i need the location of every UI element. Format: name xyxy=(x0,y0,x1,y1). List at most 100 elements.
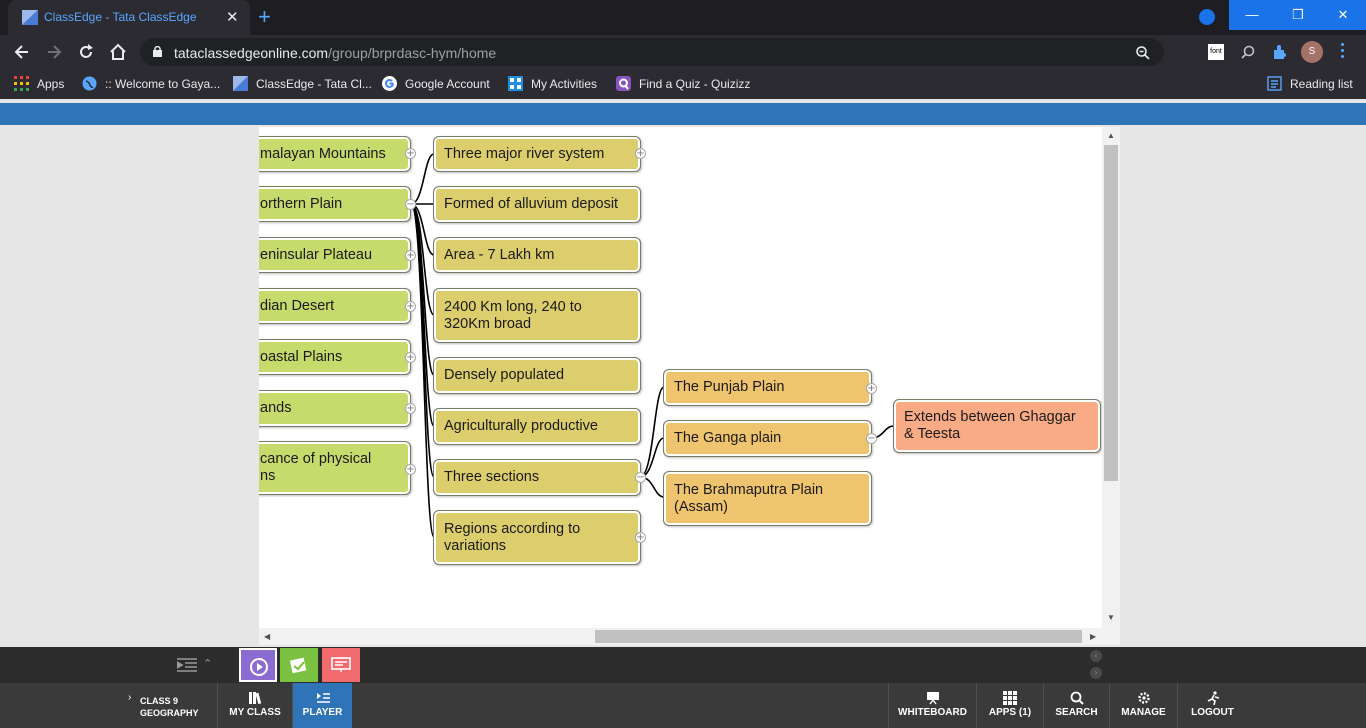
vertical-scrollbar[interactable]: ▲ ▼ xyxy=(1102,127,1120,628)
scroll-up-arrow-icon[interactable]: ▲ xyxy=(1107,131,1115,140)
manage-button[interactable]: MANAGE xyxy=(1109,683,1177,728)
classedge-icon xyxy=(233,76,248,91)
mindmap-node-formed-of-alluvium[interactable]: Formed of alluvium deposit xyxy=(433,186,641,223)
mindmap-node-densely-populated[interactable]: Densely populated xyxy=(433,357,641,394)
mindmap-node-three-sections[interactable]: Three sections xyxy=(433,459,641,496)
apps-grid-icon xyxy=(14,76,29,91)
node-label: Regions according to variations xyxy=(444,520,581,554)
horizontal-scroll-thumb[interactable] xyxy=(595,630,1082,643)
bookmark-label: Google Account xyxy=(405,77,490,91)
node-label: dian Desert xyxy=(260,297,335,314)
expand-toggle-icon[interactable]: + xyxy=(405,464,416,475)
tab-close-icon[interactable]: ✕ xyxy=(226,8,239,26)
expand-toggle-icon[interactable]: + xyxy=(635,532,646,543)
notes-dock-button[interactable] xyxy=(280,648,318,682)
apps-button[interactable]: APPS (1) xyxy=(976,683,1043,728)
logout-label: LOGOUT xyxy=(1191,707,1234,718)
player-nav-button[interactable]: PLAYER xyxy=(292,683,352,728)
mindmap-node-northern-plain[interactable]: orthern Plain xyxy=(259,186,411,222)
logout-button[interactable]: LOGOUT xyxy=(1177,683,1247,728)
node-label: Agriculturally productive xyxy=(444,418,598,434)
scroll-left-arrow-icon[interactable]: ◀ xyxy=(264,632,270,641)
mindmap-node-agriculturally-productive[interactable]: Agriculturally productive xyxy=(433,408,641,445)
restore-button[interactable]: ❐ xyxy=(1275,0,1321,30)
books-icon xyxy=(249,692,262,705)
mindmap-node-peninsular-plateau[interactable]: eninsular Plateau xyxy=(259,237,411,273)
dock-scroll-up-icon[interactable]: ‹ xyxy=(1090,650,1102,662)
node-label: cance of physical ns xyxy=(260,451,372,484)
scroll-right-arrow-icon[interactable]: ▶ xyxy=(1090,632,1096,641)
mindmap-node-area[interactable]: Area - 7 Lakh km xyxy=(433,237,641,273)
vertical-scroll-thumb[interactable] xyxy=(1104,145,1118,481)
scroll-down-arrow-icon[interactable]: ▼ xyxy=(1107,613,1115,622)
search-button[interactable]: SEARCH xyxy=(1043,683,1109,728)
bookmark-google-account[interactable]: Google Account xyxy=(382,76,490,92)
expand-toggle-icon[interactable]: + xyxy=(405,250,416,261)
collapse-toggle-icon[interactable]: − xyxy=(635,472,646,483)
reading-list-button[interactable]: Reading list xyxy=(1267,76,1353,92)
node-label: Extends between Ghaggar & Teesta xyxy=(904,409,1076,442)
bookmark-classedge[interactable]: ClassEdge - Tata Cl... xyxy=(233,76,372,92)
collapse-toggle-icon[interactable]: − xyxy=(405,199,416,210)
font-extension-icon[interactable]: font xyxy=(1208,44,1224,60)
presentation-dock-button[interactable] xyxy=(322,648,360,682)
expand-toggle-icon[interactable]: + xyxy=(405,301,416,312)
mindmap-node-extends-ghaggar-teesta[interactable]: Extends between Ghaggar & Teesta xyxy=(893,399,1101,453)
chevron-up-icon[interactable]: ⌃ xyxy=(203,657,212,670)
bookmark-label: My Activities xyxy=(531,77,598,91)
player-dock-button[interactable] xyxy=(239,648,277,682)
whiteboard-button[interactable]: WHITEBOARD xyxy=(888,683,976,728)
home-icon[interactable] xyxy=(108,42,128,62)
toggle-panel-icon[interactable] xyxy=(177,657,197,673)
mindmap-node-islands[interactable]: ands xyxy=(259,390,411,427)
browser-menu-icon[interactable] xyxy=(1341,43,1345,61)
player-label: PLAYER xyxy=(302,707,343,718)
mindmap-node-three-major-river-system[interactable]: Three major river system xyxy=(433,136,641,172)
mindmap-node-ganga-plain[interactable]: The Ganga plain xyxy=(663,420,872,457)
url-text[interactable]: tataclassedgeonline.com/group/brprdasc-h… xyxy=(174,45,496,61)
close-window-button[interactable]: ✕ xyxy=(1320,0,1366,30)
address-bar[interactable]: tataclassedgeonline.com/group/brprdasc-h… xyxy=(140,38,1164,66)
expand-toggle-icon[interactable]: + xyxy=(405,352,416,363)
expand-toggle-icon[interactable]: + xyxy=(405,403,416,414)
expand-toggle-icon[interactable]: + xyxy=(635,148,646,159)
bookmark-my-activities[interactable]: My Activities xyxy=(508,76,597,92)
mindmap-node-himalayan-mountains[interactable]: malayan Mountains xyxy=(259,136,411,172)
logout-icon xyxy=(1207,691,1219,705)
node-label: 2400 Km long, 240 to 320Km broad xyxy=(444,298,582,332)
mindmap-node-indian-desert[interactable]: dian Desert xyxy=(259,288,411,324)
mindmap-node-brahmaputra-plain[interactable]: The Brahmaputra Plain (Assam) xyxy=(663,471,872,526)
expand-toggle-icon[interactable]: + xyxy=(405,148,416,159)
url-path: /group/brprdasc-hym/home xyxy=(328,45,497,61)
browser-tab[interactable]: ClassEdge - Tata ClassEdge ✕ xyxy=(8,0,250,35)
mindmap-canvas[interactable]: malayan Mountains orthern Plain eninsula… xyxy=(259,127,1102,628)
back-arrow-icon[interactable] xyxy=(12,42,32,62)
new-tab-button[interactable]: + xyxy=(258,4,271,30)
minimize-button[interactable]: — xyxy=(1229,0,1275,30)
mindmap-node-regions-variations[interactable]: Regions according to variations xyxy=(433,510,641,565)
bookmark-welcome-gaya[interactable]: :: Welcome to Gaya... xyxy=(82,76,220,92)
class-selector[interactable]: CLASS 9 GEOGRAPHY xyxy=(140,695,199,719)
profile-avatar[interactable]: S xyxy=(1301,41,1323,63)
extensions-puzzle-icon[interactable] xyxy=(1272,44,1288,60)
tab-search-icon[interactable] xyxy=(1199,9,1215,25)
dock-scroll-down-icon[interactable]: › xyxy=(1090,667,1102,679)
zoom-icon[interactable] xyxy=(1135,45,1151,61)
mindmap-node-punjab-plain[interactable]: The Punjab Plain xyxy=(663,369,872,406)
mindmap-node-coastal-plains[interactable]: oastal Plains xyxy=(259,339,411,375)
mindmap-node-dimensions[interactable]: 2400 Km long, 240 to 320Km broad xyxy=(433,288,641,343)
expand-toggle-icon[interactable]: + xyxy=(866,383,877,394)
forward-arrow-icon[interactable] xyxy=(44,42,64,62)
reload-icon[interactable] xyxy=(76,42,96,62)
node-label: Three major river system xyxy=(444,145,605,162)
bookmark-quizizz[interactable]: Find a Quiz - Quizizz xyxy=(616,76,750,92)
horizontal-scrollbar[interactable]: ◀ ▶ xyxy=(259,628,1120,645)
node-label: Densely populated xyxy=(444,367,565,383)
search-extension-icon[interactable] xyxy=(1240,44,1256,60)
mindmap-node-significance[interactable]: cance of physical ns xyxy=(259,441,411,495)
my-class-button[interactable]: MY CLASS xyxy=(217,683,292,728)
bookmark-label: :: Welcome to Gaya... xyxy=(105,77,221,91)
collapse-toggle-icon[interactable]: − xyxy=(866,433,877,444)
bookmark-apps[interactable]: Apps xyxy=(14,76,64,92)
presentation-icon xyxy=(331,657,351,672)
